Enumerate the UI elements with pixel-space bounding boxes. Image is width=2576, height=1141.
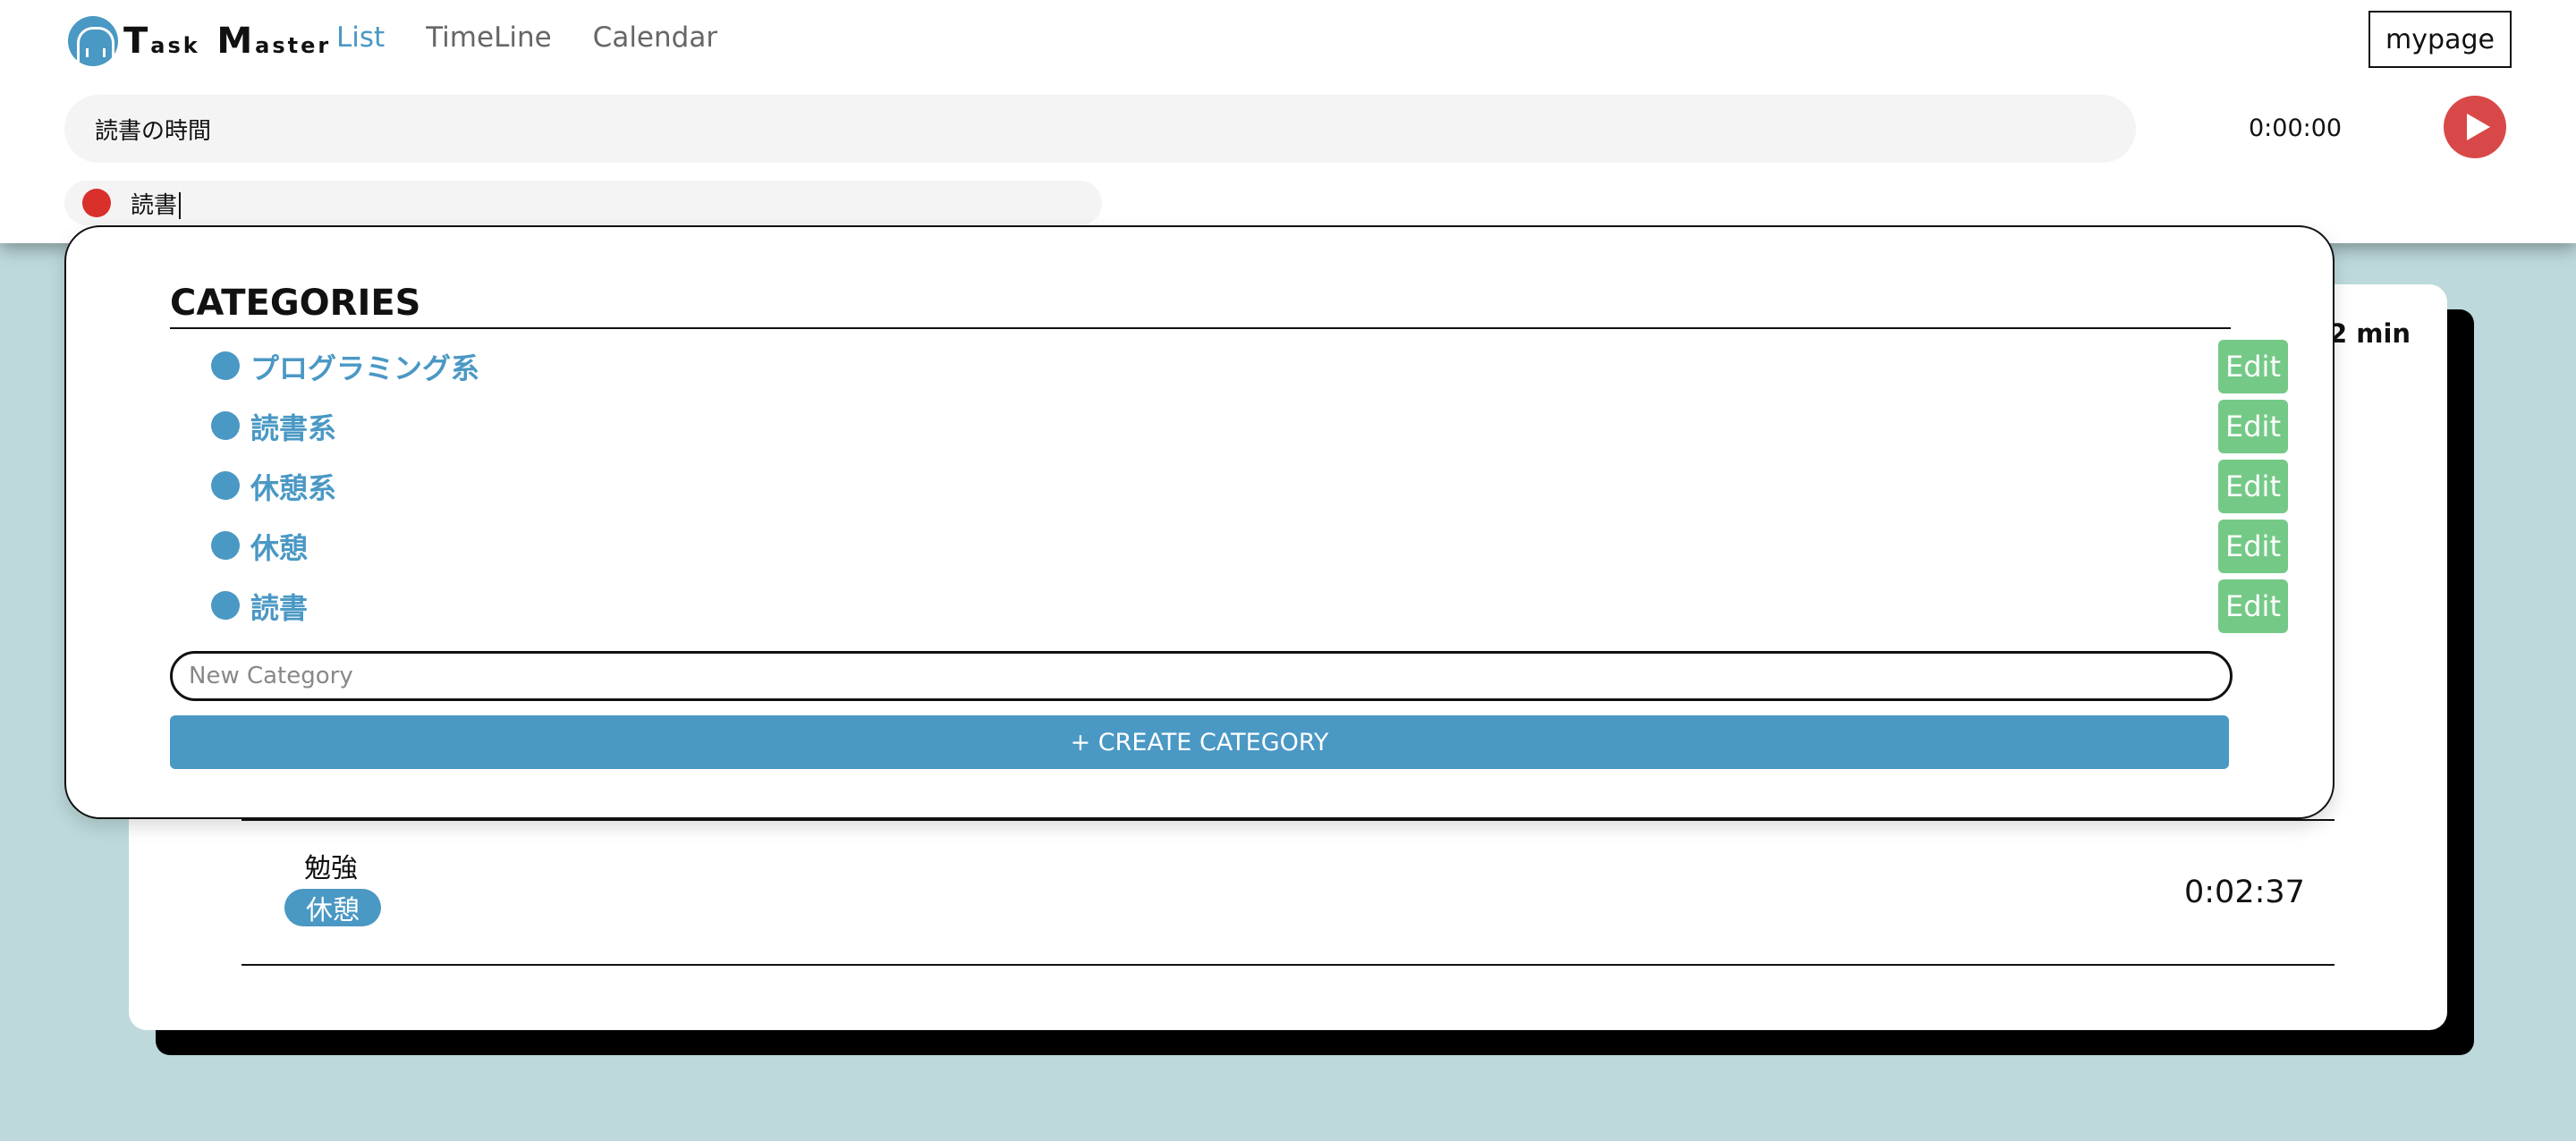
nav-timeline[interactable]: TimeLine	[426, 21, 551, 54]
category-name[interactable]: 読書	[250, 586, 308, 627]
main-nav: List TimeLine Calendar	[336, 21, 717, 54]
logo[interactable]: Task Master	[68, 16, 331, 66]
task-name-input[interactable]: 読書の時間	[64, 95, 2136, 163]
category-dot-icon	[82, 189, 111, 217]
entry-category-tag[interactable]: 休憩	[284, 889, 381, 926]
timer-display: 0:00:00	[2249, 114, 2343, 142]
logo-text: Task Master	[123, 21, 332, 62]
nav-calendar[interactable]: Calendar	[593, 21, 717, 54]
edit-button[interactable]: Edit	[2218, 520, 2288, 573]
category-name[interactable]: プログラミング系	[250, 346, 479, 387]
mypage-button[interactable]: mypage	[2368, 11, 2512, 68]
category-dot-icon	[211, 471, 240, 500]
category-item[interactable]: 休憩系 Edit	[211, 454, 2288, 514]
header: Task Master List TimeLine Calendar mypag…	[0, 0, 2576, 243]
edit-button[interactable]: Edit	[2218, 460, 2288, 513]
row-divider-bottom	[242, 964, 2334, 966]
new-category-input[interactable]: New Category	[170, 651, 2233, 701]
category-list: プログラミング系 Edit 読書系 Edit 休憩系 Edit 休憩 Edit …	[211, 334, 2288, 634]
play-icon[interactable]	[2444, 96, 2506, 158]
category-item[interactable]: 休憩 Edit	[211, 514, 2288, 574]
entry-duration: 0:02:37	[2184, 875, 2305, 910]
category-item[interactable]: プログラミング系 Edit	[211, 334, 2288, 394]
logo-icon	[68, 16, 118, 66]
total-minutes: 2 min	[2329, 318, 2411, 349]
category-name[interactable]: 読書系	[250, 406, 336, 447]
category-item[interactable]: 読書 Edit	[211, 574, 2288, 634]
category-name[interactable]: 休憩	[250, 526, 308, 567]
edit-button[interactable]: Edit	[2218, 340, 2288, 393]
popup-divider	[170, 327, 2231, 329]
category-input[interactable]: 読書	[64, 181, 1102, 225]
popup-title: CATEGORIES	[170, 283, 421, 324]
create-category-button[interactable]: + CREATE CATEGORY	[170, 715, 2229, 769]
category-input-value: 読書	[131, 187, 182, 220]
edit-button[interactable]: Edit	[2218, 579, 2288, 633]
category-item[interactable]: 読書系 Edit	[211, 394, 2288, 454]
category-dot-icon	[211, 591, 240, 620]
edit-button[interactable]: Edit	[2218, 400, 2288, 453]
category-dot-icon	[211, 411, 240, 440]
category-dot-icon	[211, 531, 240, 560]
entry-title: 勉強	[304, 853, 358, 884]
category-name[interactable]: 休憩系	[250, 466, 336, 507]
nav-list[interactable]: List	[336, 21, 385, 54]
categories-popup: CATEGORIES プログラミング系 Edit 読書系 Edit 休憩系 Ed…	[64, 225, 2334, 819]
row-divider-top	[242, 819, 2334, 821]
category-dot-icon	[211, 351, 240, 380]
